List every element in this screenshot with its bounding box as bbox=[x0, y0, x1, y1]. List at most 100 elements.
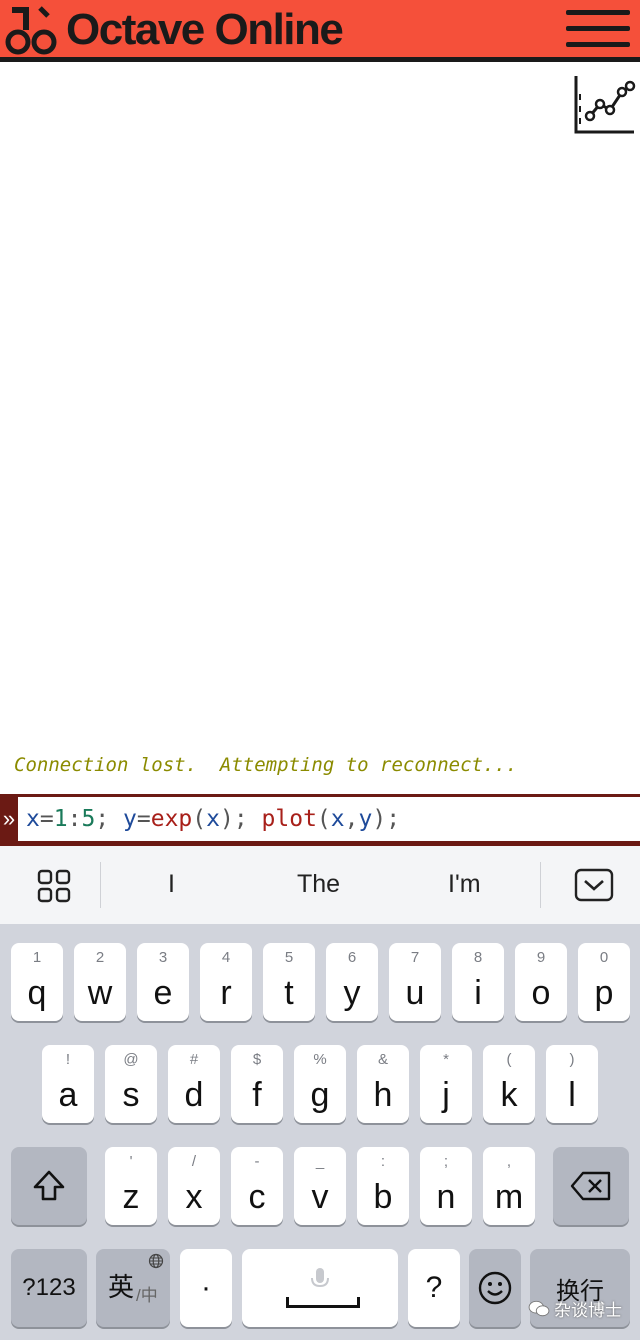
keyboard-hide-icon[interactable] bbox=[574, 868, 614, 902]
key-hint: 6 bbox=[347, 949, 357, 966]
key-hint: - bbox=[254, 1153, 260, 1170]
key-char: c bbox=[248, 1178, 266, 1216]
key-y[interactable]: 6y bbox=[326, 943, 378, 1021]
cmd-token: : bbox=[67, 806, 82, 832]
key-w[interactable]: 2w bbox=[74, 943, 126, 1021]
cmd-token: = bbox=[136, 806, 151, 832]
key-char: o bbox=[531, 974, 551, 1012]
cmd-token: x bbox=[330, 806, 345, 832]
suggestion-word[interactable]: The bbox=[297, 870, 340, 899]
key-k[interactable]: (k bbox=[483, 1045, 535, 1123]
key-char: g bbox=[310, 1076, 330, 1114]
key-char: m bbox=[494, 1178, 524, 1216]
key-hint: ; bbox=[443, 1153, 449, 1170]
key-z[interactable]: ' z bbox=[105, 1147, 157, 1225]
key-hint: 9 bbox=[536, 949, 546, 966]
key-char: j bbox=[442, 1076, 450, 1114]
emoji-icon bbox=[478, 1271, 512, 1305]
command-prompt-bar[interactable]: » x=1:5; y=exp(x); plot(x,y); bbox=[0, 794, 640, 846]
shift-key[interactable] bbox=[11, 1147, 87, 1225]
key-hint: ( bbox=[506, 1051, 512, 1068]
cmd-token: y bbox=[358, 806, 373, 832]
key-i[interactable]: 8i bbox=[452, 943, 504, 1021]
prompt-marker: » bbox=[0, 797, 18, 841]
cmd-token: ( bbox=[192, 806, 207, 832]
key-a[interactable]: ! a bbox=[42, 1045, 94, 1123]
cmd-token: = bbox=[39, 806, 54, 832]
cmd-token: ); bbox=[372, 806, 401, 832]
key-hint: 0 bbox=[599, 949, 609, 966]
language-key[interactable]: 英 /中 bbox=[96, 1249, 170, 1327]
key-t[interactable]: 5t bbox=[263, 943, 315, 1021]
language-key-sub: /中 bbox=[136, 1286, 158, 1305]
key-m[interactable]: ,m bbox=[483, 1147, 535, 1225]
key-n[interactable]: ; n bbox=[420, 1147, 472, 1225]
key-char: s bbox=[122, 1076, 140, 1114]
space-key[interactable] bbox=[242, 1249, 398, 1327]
numbers-key-label: ?123 bbox=[22, 1274, 76, 1301]
cmd-token: 1 bbox=[53, 806, 68, 832]
plot-chart-icon[interactable] bbox=[570, 72, 636, 136]
key-d[interactable]: # d bbox=[168, 1045, 220, 1123]
cmd-token: 5 bbox=[81, 806, 96, 832]
keyboard-grid-icon[interactable] bbox=[36, 868, 72, 904]
key-char: a bbox=[58, 1076, 78, 1114]
key-char: d bbox=[184, 1076, 204, 1114]
suggestion-word[interactable]: I'm bbox=[448, 870, 481, 899]
key-char: l bbox=[568, 1076, 576, 1114]
key-j[interactable]: * j bbox=[420, 1045, 472, 1123]
key-hint: ' bbox=[129, 1153, 133, 1170]
key-q[interactable]: 1q bbox=[11, 943, 63, 1021]
question-key-label: ? bbox=[425, 1271, 443, 1304]
suggestion-divider bbox=[100, 862, 101, 908]
key-h[interactable]: & h bbox=[357, 1045, 409, 1123]
key-char: e bbox=[153, 974, 173, 1012]
key-hint: _ bbox=[315, 1153, 325, 1170]
cmd-token: y bbox=[123, 806, 137, 832]
key-hint: ) bbox=[569, 1051, 575, 1068]
key-r[interactable]: 4r bbox=[200, 943, 252, 1021]
key-hint: * bbox=[443, 1051, 449, 1068]
key-e[interactable]: 3e bbox=[137, 943, 189, 1021]
cmd-token: ( bbox=[316, 806, 331, 832]
key-hint: 2 bbox=[95, 949, 105, 966]
key-char: f bbox=[252, 1076, 262, 1114]
globe-icon bbox=[148, 1253, 164, 1269]
key-char: r bbox=[220, 974, 232, 1012]
suggestion-word[interactable]: I bbox=[168, 870, 175, 899]
key-char: n bbox=[436, 1178, 456, 1216]
backspace-key[interactable] bbox=[553, 1147, 629, 1225]
key-char: v bbox=[311, 1178, 329, 1216]
key-hint: , bbox=[506, 1153, 512, 1170]
key-l[interactable]: ) l bbox=[546, 1045, 598, 1123]
command-input[interactable]: x=1:5; y=exp(x); plot(x,y); bbox=[26, 797, 400, 841]
hamburger-menu-icon[interactable] bbox=[566, 10, 630, 52]
key-hint: 7 bbox=[410, 949, 420, 966]
key-p[interactable]: 0p bbox=[578, 943, 630, 1021]
language-key-label: 英 bbox=[108, 1272, 135, 1302]
key-f[interactable]: $ f bbox=[231, 1045, 283, 1123]
key-hint: 1 bbox=[32, 949, 42, 966]
microphone-icon bbox=[311, 1268, 329, 1288]
key-b[interactable]: :b bbox=[357, 1147, 409, 1225]
question-key[interactable]: ? bbox=[408, 1249, 460, 1327]
key-char: z bbox=[122, 1178, 140, 1216]
brand-title: Octave Online bbox=[66, 5, 344, 54]
key-v[interactable]: _ v bbox=[294, 1147, 346, 1225]
key-u[interactable]: 7u bbox=[389, 943, 441, 1021]
dot-key[interactable]: · bbox=[180, 1249, 232, 1327]
key-g[interactable]: % g bbox=[294, 1045, 346, 1123]
key-o[interactable]: 9o bbox=[515, 943, 567, 1021]
key-hint: 8 bbox=[473, 949, 483, 966]
key-x[interactable]: / x bbox=[168, 1147, 220, 1225]
key-c[interactable]: -c bbox=[231, 1147, 283, 1225]
key-hint: : bbox=[380, 1153, 386, 1170]
emoji-key[interactable] bbox=[469, 1249, 521, 1327]
key-hint: # bbox=[189, 1051, 199, 1068]
key-char: q bbox=[27, 974, 47, 1012]
numbers-key[interactable]: ?123 bbox=[11, 1249, 87, 1327]
key-hint: 4 bbox=[221, 949, 231, 966]
cmd-token: ; bbox=[95, 806, 123, 832]
key-s[interactable]: @ s bbox=[105, 1045, 157, 1123]
octave-logo-icon[interactable] bbox=[4, 4, 60, 56]
